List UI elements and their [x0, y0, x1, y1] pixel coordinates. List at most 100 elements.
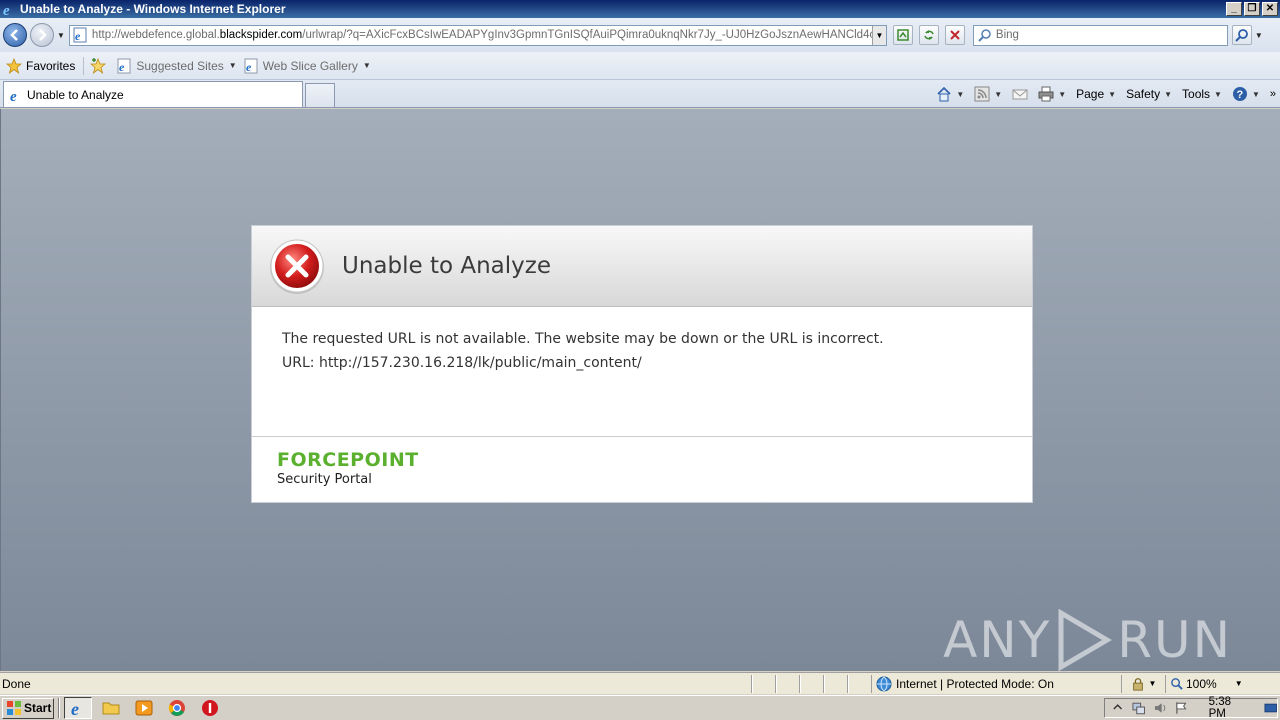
stop-x-icon [950, 30, 960, 40]
search-options-dropdown-icon[interactable]: ▼ [1255, 31, 1263, 40]
status-text: Done [0, 674, 752, 693]
chevron-down-icon: ▼ [1058, 89, 1067, 99]
status-cell [824, 674, 848, 693]
print-button[interactable]: ▼ [1038, 86, 1066, 102]
chevron-down-icon: ▼ [1164, 89, 1173, 99]
taskbar-chrome-button[interactable] [163, 697, 191, 719]
media-player-icon [135, 700, 153, 716]
status-bar: Done Internet | Protected Mode: On ▼ 100… [0, 672, 1280, 694]
tab-unable-to-analyze[interactable]: e Unable to Analyze [3, 81, 303, 107]
suggested-sites-link[interactable]: e Suggested Sites ▼ [116, 58, 237, 74]
refresh-button[interactable] [918, 25, 939, 45]
forward-button[interactable] [30, 23, 54, 47]
add-favorite-star-icon [90, 57, 107, 74]
search-input[interactable]: Bing [972, 24, 1228, 46]
compatibility-icon [897, 29, 909, 41]
ie-logo-icon: e [3, 3, 10, 17]
home-button[interactable]: ▼ [936, 86, 964, 102]
new-tab-button[interactable] [305, 83, 335, 107]
clock[interactable]: 5:38 PM [1209, 696, 1250, 720]
blocked-url: URL: http://157.230.16.218/lk/public/mai… [282, 355, 642, 371]
restore-button[interactable]: ❐ [1244, 2, 1260, 16]
taskbar-opera-button[interactable] [196, 697, 224, 719]
svg-text:e: e [10, 89, 17, 103]
globe-icon [876, 676, 892, 691]
zoom-icon [1171, 678, 1183, 690]
svg-text:e: e [119, 60, 125, 74]
security-zone[interactable]: Internet | Protected Mode: On [872, 674, 1122, 693]
feeds-button[interactable]: ▼ [974, 86, 1002, 102]
page-icon: e [73, 27, 87, 43]
folder-icon [102, 702, 120, 715]
safety-menu[interactable]: Safety ▼ [1126, 87, 1172, 101]
lock-icon [1132, 677, 1143, 691]
chevron-down-icon: ▼ [1214, 89, 1222, 99]
svg-text:e: e [246, 60, 252, 74]
search-go-button[interactable] [1231, 25, 1252, 45]
forcepoint-brand: FORCEPOINT Security Portal [252, 437, 1032, 487]
star-icon [6, 57, 22, 74]
page-content: Unable to Analyze The requested URL is n… [0, 109, 1280, 671]
compatibility-view-button[interactable] [892, 25, 913, 45]
rss-feed-icon [974, 86, 990, 102]
chrome-icon [168, 700, 185, 716]
chevron-down-icon: ▼ [228, 61, 237, 70]
taskbar: Start e 5:38 PM [0, 695, 1280, 720]
taskbar-explorer-button[interactable] [97, 697, 125, 719]
mail-icon [1012, 89, 1028, 100]
tools-menu[interactable]: Tools ▼ [1182, 87, 1222, 101]
chevron-down-icon: ▼ [1108, 89, 1117, 99]
address-url: http://webdefence.global.blackspider.com… [91, 29, 872, 41]
chevron-down-icon: ▼ [1234, 679, 1243, 688]
address-toolbar: ▼ e http://webdefence.global.blackspider… [0, 18, 1280, 52]
add-to-favorites-bar-button[interactable] [90, 57, 110, 74]
help-icon: ? [1232, 87, 1247, 101]
favorites-bar: Favorites e Suggested Sites ▼ e Web Slic… [0, 52, 1280, 80]
taskbar-separator [58, 698, 60, 718]
chevron-down-icon: ▼ [994, 89, 1003, 99]
taskbar-ie-button[interactable]: e [64, 697, 92, 719]
svg-text:e: e [75, 29, 81, 43]
status-cell [752, 674, 776, 693]
ie-tab-icon: e [10, 89, 17, 103]
start-button[interactable]: Start [2, 697, 54, 719]
error-message: The requested URL is not available. The … [282, 331, 884, 347]
address-dropdown-icon[interactable]: ▼ [871, 25, 886, 45]
page-menu[interactable]: Page ▼ [1076, 87, 1116, 101]
show-desktop-icon[interactable] [1264, 701, 1277, 715]
window-titlebar: e Unable to Analyze - Windows Internet E… [0, 0, 1280, 18]
status-cell [848, 674, 872, 693]
show-hidden-icons-icon[interactable] [1111, 701, 1124, 715]
action-center-flag-icon[interactable] [1175, 701, 1188, 715]
svg-text:e: e [71, 699, 79, 717]
volume-icon[interactable] [1154, 701, 1167, 715]
minimize-button[interactable]: _ [1226, 2, 1242, 16]
printer-icon [1038, 86, 1054, 102]
bing-search-icon [978, 29, 991, 42]
address-bar[interactable]: e http://webdefence.global.blackspider.c… [68, 24, 887, 46]
web-slice-gallery-link[interactable]: e Web Slice Gallery ▼ [243, 58, 371, 74]
more-commands-button[interactable]: » [1270, 88, 1276, 100]
stop-button[interactable] [944, 25, 965, 45]
history-dropdown-icon[interactable]: ▼ [57, 31, 65, 40]
zoom-control[interactable]: 100% ▼ [1166, 675, 1244, 693]
refresh-icon [924, 30, 934, 40]
back-button[interactable] [3, 23, 27, 47]
close-window-button[interactable]: ✕ [1262, 2, 1278, 16]
favorites-button[interactable]: Favorites [6, 57, 75, 74]
help-button[interactable]: ? ▼ [1232, 86, 1260, 102]
network-icon[interactable] [1132, 701, 1146, 715]
error-x-icon [270, 239, 324, 294]
security-portal-label: Security Portal [277, 472, 372, 487]
stop-sign-icon [202, 700, 218, 716]
ie-page-icon: e [117, 58, 131, 74]
taskbar-media-player-button[interactable] [130, 697, 158, 719]
system-tray: 5:38 PM [1104, 696, 1278, 720]
read-mail-button[interactable] [1012, 86, 1028, 102]
chevron-down-icon: ▼ [362, 61, 371, 70]
search-icon [1235, 29, 1248, 42]
dialog-title: Unable to Analyze [342, 253, 551, 279]
forcepoint-logo: FORCEPOINT [277, 449, 419, 471]
protected-mode-button[interactable]: ▼ [1122, 674, 1166, 693]
forward-arrow-icon [39, 29, 47, 41]
